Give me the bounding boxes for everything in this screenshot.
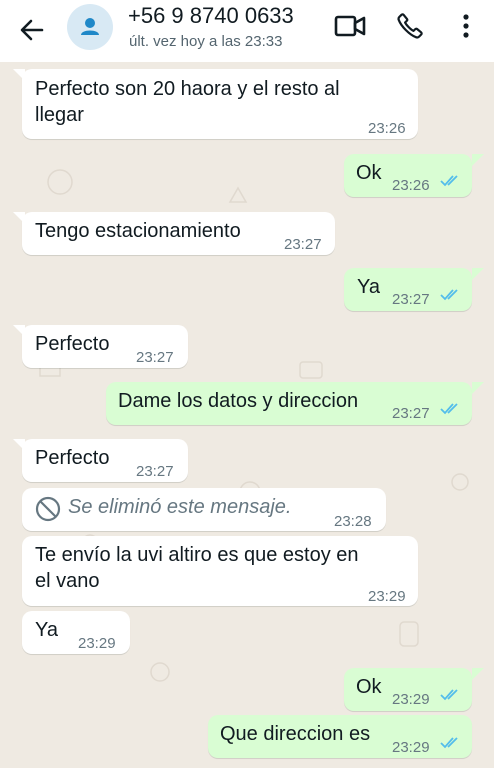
message-text: llegar: [35, 104, 84, 126]
bubble-tail: [13, 439, 25, 451]
message-time: 23:29: [78, 635, 116, 652]
message-text: el vano: [35, 570, 100, 592]
message-bubble-outgoing[interactable]: Dame los datos y direccion 23:27: [106, 382, 472, 425]
message-time: 23:26: [368, 120, 406, 137]
message-text: Te envío la uvi altiro es que estoy en: [35, 544, 359, 566]
message-bubble-incoming[interactable]: Perfecto 23:27: [22, 439, 188, 482]
message-time: 23:27: [136, 463, 174, 480]
message-time: 23:28: [334, 513, 372, 530]
double-check-icon: [440, 403, 458, 415]
message-text: Dame los datos y direccion: [118, 390, 359, 412]
message-bubble-incoming[interactable]: Perfecto son 20 haora y el resto al lleg…: [22, 69, 418, 139]
message-bubble-incoming[interactable]: Perfecto 23:27: [22, 325, 188, 368]
video-camera-icon[interactable]: [334, 13, 366, 39]
message-text: Ok: [356, 676, 382, 698]
last-seen-status: últ. vez hoy a las 23:33: [129, 33, 283, 50]
message-bubble-outgoing[interactable]: Que direccion es 23:29: [208, 715, 472, 758]
arrow-left-icon[interactable]: [16, 14, 48, 46]
message-text: Perfecto: [35, 447, 110, 469]
bubble-tail: [472, 154, 484, 166]
message-text: Se eliminó este mensaje.: [68, 496, 292, 518]
message-time: 23:29: [392, 691, 430, 708]
message-time: 23:27: [392, 405, 430, 422]
message-time: 23:26: [392, 177, 430, 194]
person-icon: [81, 18, 99, 35]
double-check-icon: [440, 175, 458, 187]
message-text: Perfecto: [35, 333, 110, 355]
message-time: 23:27: [284, 236, 322, 253]
bubble-tail: [472, 268, 484, 280]
message-time: 23:27: [392, 291, 430, 308]
bubble-tail: [13, 325, 25, 337]
double-check-icon: [440, 689, 458, 701]
chat-area[interactable]: Perfecto son 20 haora y el resto al lleg…: [0, 62, 494, 768]
prohibited-icon: [35, 496, 61, 522]
message-bubble-incoming[interactable]: Tengo estacionamiento 23:27: [22, 212, 335, 255]
message-bubble-incoming[interactable]: Ya 23:29: [22, 611, 130, 654]
message-bubble-incoming[interactable]: Te envío la uvi altiro es que estoy en e…: [22, 536, 418, 606]
message-bubble-outgoing[interactable]: Ya 23:27: [344, 268, 472, 311]
chat-header: +56 9 8740 0633 últ. vez hoy a las 23:33: [0, 0, 494, 62]
message-bubble-deleted[interactable]: Se eliminó este mensaje. 23:28: [22, 488, 386, 531]
bubble-tail: [13, 212, 25, 224]
double-check-icon: [440, 737, 458, 749]
message-bubble-outgoing[interactable]: Ok 23:29: [344, 668, 472, 711]
double-check-icon: [440, 289, 458, 301]
message-time: 23:29: [368, 588, 406, 605]
message-bubble-outgoing[interactable]: Ok 23:26: [344, 154, 472, 197]
message-text: Tengo estacionamiento: [35, 220, 241, 242]
message-text: Ya: [35, 619, 58, 641]
message-text: Que direccion es: [220, 723, 371, 745]
contact-name[interactable]: +56 9 8740 0633: [128, 3, 294, 29]
message-text: Ok: [356, 162, 382, 184]
message-time: 23:27: [136, 349, 174, 366]
bubble-tail: [472, 382, 484, 394]
bubble-tail: [472, 668, 484, 680]
avatar[interactable]: [67, 4, 113, 50]
more-vertical-icon[interactable]: [456, 12, 476, 40]
message-text: Perfecto son 20 haora y el resto al: [35, 78, 340, 100]
bubble-tail: [13, 69, 25, 81]
message-time: 23:29: [392, 739, 430, 756]
phone-icon[interactable]: [396, 12, 424, 40]
message-text: Ya: [357, 276, 380, 298]
